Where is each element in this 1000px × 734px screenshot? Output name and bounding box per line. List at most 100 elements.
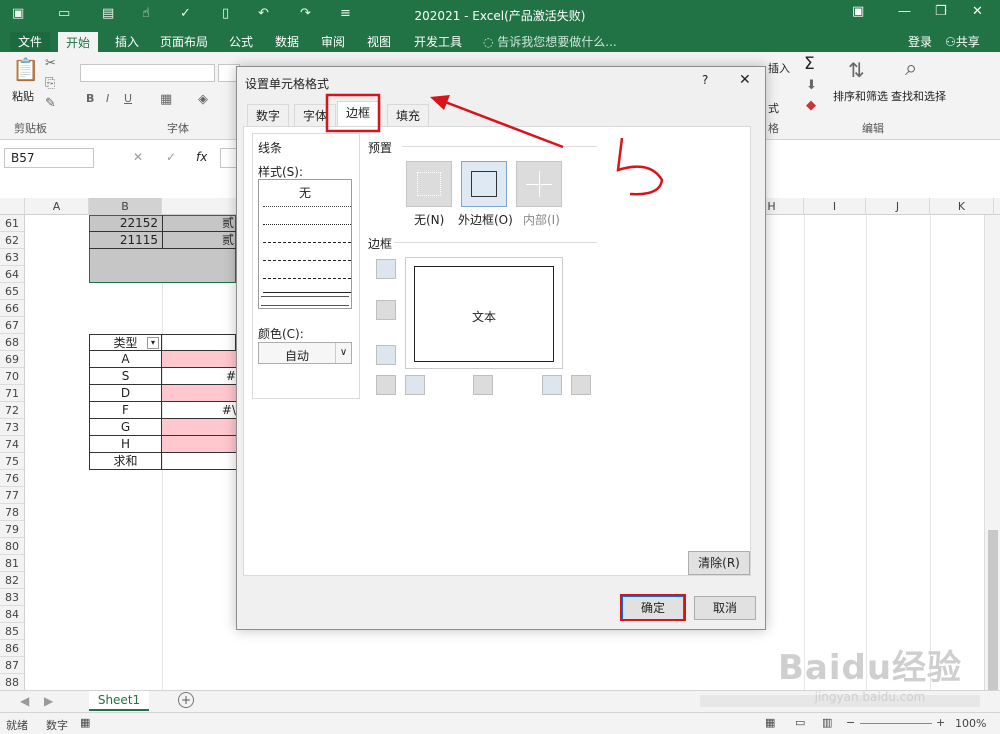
border-preview[interactable]: 文本 [405,257,563,369]
filter-dropdown-icon[interactable]: ▾ [147,337,159,349]
preset-inside-button[interactable] [516,161,562,207]
row-header[interactable]: 65 [0,283,25,300]
row-header[interactable]: 79 [0,521,25,538]
zoom-level[interactable]: 100% [955,717,986,730]
maximize-icon[interactable]: ❐ [935,4,947,19]
cell-b74[interactable]: H [89,436,162,453]
cell-b69[interactable]: A [89,351,162,368]
cancel-formula-icon[interactable]: ✕ [133,150,143,164]
line-style-dashdotdot[interactable] [263,242,351,243]
zoom-slider[interactable] [860,723,932,724]
row-header[interactable]: 70 [0,368,25,385]
cell-b75[interactable]: 求和 [89,453,162,470]
page-layout-view-icon[interactable]: ▭ [795,716,805,729]
dialog-close-button[interactable]: ✕ [739,72,751,88]
find-select-label[interactable]: 查找和选择 [891,88,946,104]
line-style-dashed[interactable] [263,278,351,279]
zoom-in-icon[interactable]: + [936,716,945,729]
border-top-button[interactable] [376,259,396,279]
font-name-box[interactable] [80,64,215,82]
zoom-out-icon[interactable]: − [846,716,855,729]
cell-c71[interactable] [162,385,236,402]
help-button[interactable]: ? [702,73,708,87]
sheet-tab-sheet1[interactable]: Sheet1 [89,691,149,711]
cell-b70[interactable]: S [89,368,162,385]
row-header[interactable]: 67 [0,317,25,334]
cell-b62[interactable]: 21115 [89,232,162,249]
row-header[interactable]: 61 [0,215,25,232]
paste-icon[interactable]: 📋 [12,58,39,83]
fill-icon[interactable]: ⬇ [806,78,817,93]
vertical-scroll-thumb[interactable] [988,530,998,690]
format-painter-icon[interactable]: ✎ [45,96,56,111]
column-header-i[interactable]: I [804,198,866,215]
tab-home[interactable]: 开始 [58,32,99,52]
cut-icon[interactable]: ✂ [45,56,56,71]
line-style-none[interactable]: 无 [259,184,351,201]
border-right-button[interactable] [542,375,562,395]
tab-insert[interactable]: 插入 [115,33,139,50]
login-link[interactable]: 登录 [908,33,932,50]
line-style-dashdot[interactable] [263,260,351,261]
tab-formulas[interactable]: 公式 [229,33,253,50]
copy-icon[interactable]: ⎘ [45,76,55,91]
name-box[interactable]: B57 [4,148,94,168]
vertical-scrollbar[interactable] [984,215,1000,690]
border-inside-horizontal-button[interactable] [376,300,396,320]
fill-color-icon[interactable]: ◈ [198,92,208,107]
row-header[interactable]: 85 [0,623,25,640]
preset-outline-label[interactable]: 外边框(O) [458,211,513,228]
add-sheet-button[interactable]: + [178,692,194,708]
line-style-list[interactable]: 无 [258,179,352,309]
preset-none-button[interactable] [406,161,452,207]
cell-c70[interactable]: # [162,368,236,385]
formula-input[interactable] [220,148,236,168]
tab-font[interactable]: 字体 [294,104,337,126]
tab-number[interactable]: 数字 [247,104,290,126]
column-header-j[interactable]: J [866,198,930,215]
row-header[interactable]: 78 [0,504,25,521]
autosum-icon[interactable]: Σ [804,54,815,74]
tab-review[interactable]: 审阅 [321,33,345,50]
row-header[interactable]: 62 [0,232,25,249]
cell-b68[interactable]: 类型 ▾ [89,334,162,351]
cancel-button[interactable]: 取消 [694,596,756,620]
cell-c61[interactable]: 贰 [162,215,236,232]
line-style-dotted[interactable] [263,224,351,225]
cell-b72[interactable]: F [89,402,162,419]
row-header[interactable]: 74 [0,436,25,453]
tab-border[interactable]: 边框 [337,101,381,127]
tell-me-box[interactable]: ◌ 告诉我您想要做什么... [483,33,617,50]
line-style-double[interactable] [261,296,349,306]
tab-page-layout[interactable]: 页面布局 [160,33,208,50]
cell-c68[interactable] [162,334,236,351]
format-cells-label[interactable]: 式 [768,100,779,116]
row-header[interactable]: 81 [0,555,25,572]
tab-data[interactable]: 数据 [275,33,299,50]
line-style-thin[interactable] [263,292,351,293]
column-header-b[interactable]: B [89,198,162,215]
row-header[interactable]: 71 [0,385,25,402]
border-diagonal-down-button[interactable] [571,375,591,395]
insert-cells-label[interactable]: 插入 [768,60,790,76]
cell-b73[interactable]: G [89,419,162,436]
row-header[interactable]: 64 [0,266,25,283]
select-all-corner[interactable] [0,198,25,215]
chevron-down-icon[interactable]: ∨ [335,343,351,363]
row-header[interactable]: 76 [0,470,25,487]
cell-c73[interactable] [162,419,236,436]
row-header[interactable]: 68 [0,334,25,351]
cell-c74[interactable] [162,436,236,453]
insert-function-icon[interactable]: fx [196,150,207,164]
row-header[interactable]: 84 [0,606,25,623]
italic-icon[interactable]: I [106,92,109,105]
minimize-icon[interactable]: — [898,4,911,19]
border-left-button[interactable] [405,375,425,395]
row-header[interactable]: 77 [0,487,25,504]
macro-record-icon[interactable]: ▦ [80,716,90,729]
column-header-k[interactable]: K [930,198,994,215]
row-header[interactable]: 69 [0,351,25,368]
share-button[interactable]: ⚇共享 [945,33,980,50]
ok-button[interactable]: 确定 [622,596,684,620]
row-header[interactable]: 63 [0,249,25,266]
